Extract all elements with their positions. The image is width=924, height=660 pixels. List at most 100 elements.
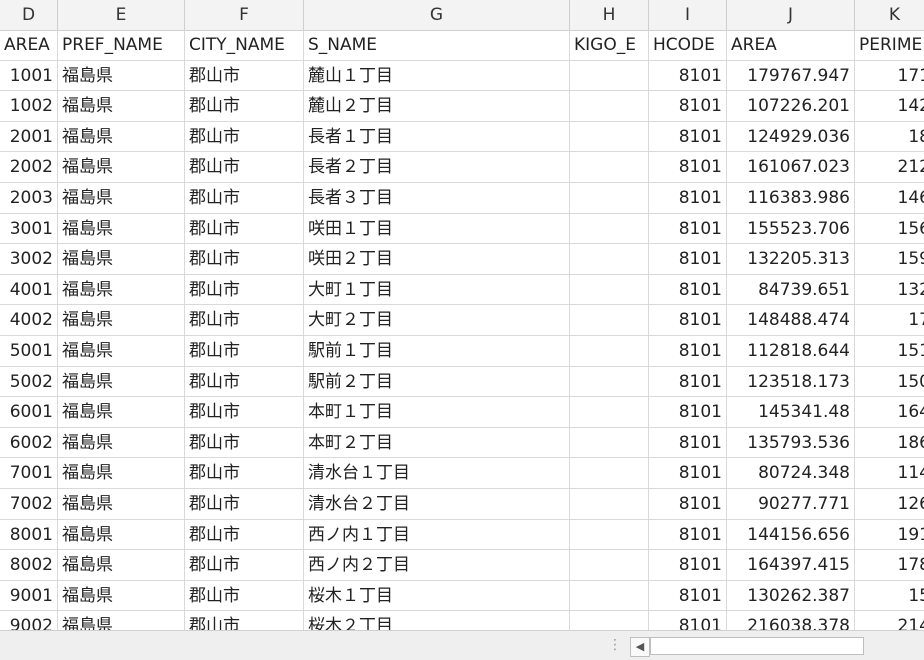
table-cell[interactable]: 145341.48 xyxy=(727,397,855,428)
table-cell[interactable]: 8001 xyxy=(0,519,58,551)
table-cell[interactable]: 福島県 xyxy=(58,274,185,306)
table-cell[interactable]: 郡山市 xyxy=(185,213,304,245)
table-cell[interactable] xyxy=(570,274,649,306)
table-cell[interactable]: 144156.656 xyxy=(727,519,855,551)
table-cell[interactable]: 164 xyxy=(855,397,924,428)
table-cell[interactable]: 郡山市 xyxy=(185,152,304,183)
column-header-i[interactable]: I xyxy=(649,0,727,30)
table-cell[interactable]: 107226.201 xyxy=(727,91,855,122)
table-cell[interactable]: 郡山市 xyxy=(185,274,304,306)
table-cell[interactable]: 福島県 xyxy=(58,60,185,92)
table-cell[interactable]: 6002 xyxy=(0,427,58,459)
table-cell[interactable]: 5001 xyxy=(0,336,58,367)
table-cell[interactable]: 156 xyxy=(855,214,924,245)
table-cell[interactable]: 8101 xyxy=(649,152,727,183)
column-header-j[interactable]: J xyxy=(727,0,855,30)
table-cell[interactable]: 155523.706 xyxy=(727,213,855,245)
table-cell[interactable]: 桜木１丁目 xyxy=(304,580,570,612)
table-cell[interactable]: 本町１丁目 xyxy=(304,397,570,428)
table-cell[interactable]: 186 xyxy=(855,428,924,459)
table-cell[interactable]: 84739.651 xyxy=(727,274,855,306)
table-cell[interactable]: 135793.536 xyxy=(727,427,855,459)
table-cell[interactable] xyxy=(570,213,649,245)
table-cell[interactable]: 福島県 xyxy=(58,91,185,122)
table-cell[interactable]: 郡山市 xyxy=(185,519,304,551)
table-cell[interactable]: 114 xyxy=(855,458,924,489)
table-cell[interactable]: 2002 xyxy=(0,152,58,183)
table-cell[interactable]: 郡山市 xyxy=(185,305,304,336)
table-cell[interactable]: 17 xyxy=(855,305,924,336)
table-cell[interactable]: 郡山市 xyxy=(185,489,304,520)
sheet-tab-splitter[interactable]: ⋮ xyxy=(608,637,622,653)
table-cell[interactable]: 麓山２丁目 xyxy=(304,91,570,122)
table-cell[interactable]: 8101 xyxy=(649,550,727,581)
table-cell[interactable]: 4002 xyxy=(0,305,58,336)
table-cell[interactable]: 8101 xyxy=(649,91,727,122)
table-cell[interactable]: 7001 xyxy=(0,458,58,489)
table-cell[interactable]: 福島県 xyxy=(58,336,185,367)
table-cell[interactable]: 8101 xyxy=(649,397,727,428)
table-cell[interactable]: 福島県 xyxy=(58,366,185,398)
field-header-cell[interactable]: AREA xyxy=(0,30,58,61)
table-cell[interactable]: 9001 xyxy=(0,580,58,612)
table-cell[interactable]: 8101 xyxy=(649,244,727,275)
table-cell[interactable]: 8101 xyxy=(649,611,727,630)
table-cell[interactable]: 駅前２丁目 xyxy=(304,366,570,398)
column-header-e[interactable]: E xyxy=(58,0,185,30)
table-cell[interactable]: 福島県 xyxy=(58,489,185,520)
table-cell[interactable]: 長者２丁目 xyxy=(304,152,570,183)
table-cell[interactable]: 8101 xyxy=(649,183,727,214)
table-cell[interactable]: 8101 xyxy=(649,336,727,367)
table-cell[interactable]: 清水台１丁目 xyxy=(304,458,570,489)
column-header-d[interactable]: D xyxy=(0,0,58,30)
table-cell[interactable]: 福島県 xyxy=(58,213,185,245)
table-cell[interactable]: 長者１丁目 xyxy=(304,121,570,153)
table-cell[interactable]: 大町１丁目 xyxy=(304,274,570,306)
table-cell[interactable]: 7002 xyxy=(0,489,58,520)
table-cell[interactable] xyxy=(570,519,649,551)
table-cell[interactable] xyxy=(570,183,649,214)
table-cell[interactable]: 159 xyxy=(855,244,924,275)
table-cell[interactable] xyxy=(570,427,649,459)
column-header-g[interactable]: G xyxy=(304,0,570,30)
table-cell[interactable]: 4001 xyxy=(0,274,58,306)
table-cell[interactable]: 桜木２丁目 xyxy=(304,611,570,630)
table-cell[interactable]: 112818.644 xyxy=(727,336,855,367)
field-header-cell[interactable]: HCODE xyxy=(649,30,727,61)
table-cell[interactable]: 8101 xyxy=(649,489,727,520)
table-cell[interactable]: 212 xyxy=(855,152,924,183)
table-cell[interactable]: 2003 xyxy=(0,183,58,214)
table-cell[interactable]: 8101 xyxy=(649,366,727,398)
table-cell[interactable]: 西ノ内２丁目 xyxy=(304,550,570,581)
table-cell[interactable]: 郡山市 xyxy=(185,427,304,459)
table-cell[interactable]: 8101 xyxy=(649,274,727,306)
table-cell[interactable]: 214 xyxy=(855,611,924,630)
table-cell[interactable]: 咲田１丁目 xyxy=(304,213,570,245)
table-cell[interactable]: 116383.986 xyxy=(727,183,855,214)
table-cell[interactable]: 郡山市 xyxy=(185,580,304,612)
table-cell[interactable]: 咲田２丁目 xyxy=(304,244,570,275)
table-cell[interactable]: 郡山市 xyxy=(185,397,304,428)
field-header-cell[interactable]: CITY_NAME xyxy=(185,30,304,61)
table-cell[interactable]: 171 xyxy=(855,61,924,92)
table-cell[interactable]: 3002 xyxy=(0,244,58,275)
table-cell[interactable]: 福島県 xyxy=(58,427,185,459)
table-cell[interactable]: 8101 xyxy=(649,427,727,459)
table-cell[interactable]: 216038.378 xyxy=(727,611,855,630)
table-cell[interactable]: 8101 xyxy=(649,121,727,153)
table-cell[interactable]: 福島県 xyxy=(58,550,185,581)
table-cell[interactable]: 福島県 xyxy=(58,121,185,153)
table-cell[interactable]: 福島県 xyxy=(58,305,185,336)
table-cell[interactable]: 8101 xyxy=(649,458,727,489)
horizontal-scrollbar-thumb[interactable] xyxy=(650,637,864,655)
table-cell[interactable]: 8002 xyxy=(0,550,58,581)
column-header-f[interactable]: F xyxy=(185,0,304,30)
table-cell[interactable]: 福島県 xyxy=(58,183,185,214)
table-cell[interactable] xyxy=(570,397,649,428)
table-cell[interactable]: 90277.771 xyxy=(727,489,855,520)
table-cell[interactable]: 福島県 xyxy=(58,458,185,489)
table-cell[interactable]: 18 xyxy=(855,122,924,153)
table-cell[interactable] xyxy=(570,550,649,581)
table-cell[interactable] xyxy=(570,91,649,122)
table-cell[interactable] xyxy=(570,489,649,520)
